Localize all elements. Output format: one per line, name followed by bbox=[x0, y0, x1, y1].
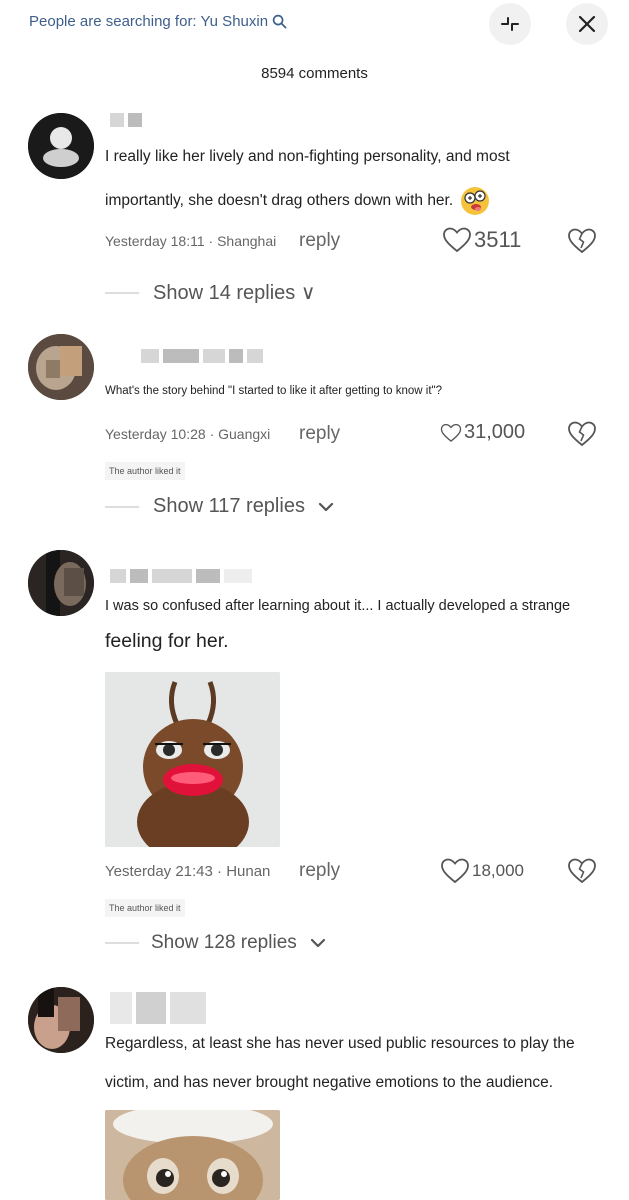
comment-meta: Yesterday 21:43 · Hunan bbox=[105, 863, 271, 880]
attached-image-cartoon-cockroach[interactable] bbox=[105, 672, 280, 847]
like-button[interactable]: 18,000 bbox=[440, 857, 524, 885]
show-replies-label: Show 14 replies ∨ bbox=[153, 282, 316, 304]
like-button[interactable]: 31,000 bbox=[440, 421, 525, 444]
like-count: 31,000 bbox=[464, 421, 526, 443]
show-replies-button[interactable]: Show 14 replies ∨ bbox=[105, 280, 316, 305]
chevron-down-icon bbox=[310, 938, 325, 948]
avatar[interactable] bbox=[28, 550, 94, 616]
show-replies-label: Show 117 replies bbox=[153, 495, 305, 517]
divider-line bbox=[105, 505, 139, 508]
avatar[interactable] bbox=[28, 987, 94, 1053]
like-button[interactable]: 3511 bbox=[442, 226, 521, 254]
heart-icon bbox=[441, 858, 469, 884]
reply-button[interactable]: reply bbox=[299, 860, 340, 882]
attached-image-cat[interactable] bbox=[105, 1110, 280, 1200]
search-suggestion-text: People are searching for: Yu Shuxin bbox=[29, 13, 269, 30]
show-replies-button[interactable]: Show 117 replies bbox=[105, 495, 335, 518]
reply-button[interactable]: reply bbox=[299, 230, 340, 252]
chevron-down-icon bbox=[318, 502, 334, 511]
comment-text: Regardless, at least she has never used … bbox=[105, 1035, 575, 1091]
search-suggestion[interactable]: People are searching for: Yu Shuxin bbox=[29, 13, 287, 30]
avatar[interactable] bbox=[28, 334, 94, 400]
divider-line bbox=[105, 291, 139, 294]
comment-meta: Yesterday 10:28 · Guangxi bbox=[105, 426, 271, 442]
avatar[interactable] bbox=[28, 113, 94, 179]
comment-text: What's the story behind "I started to li… bbox=[105, 385, 442, 397]
collapse-button[interactable] bbox=[489, 3, 531, 45]
username-blurred[interactable] bbox=[110, 992, 206, 1024]
search-icon bbox=[272, 14, 287, 29]
author-liked-badge: The author liked it bbox=[105, 899, 185, 917]
username-blurred[interactable] bbox=[110, 569, 252, 583]
heart-icon bbox=[443, 227, 471, 253]
like-count: 3511 bbox=[474, 227, 522, 252]
username-blurred[interactable] bbox=[110, 113, 142, 127]
dizzy-face-emoji-icon bbox=[461, 187, 490, 215]
collapse-icon bbox=[501, 17, 519, 31]
like-count: 18,000 bbox=[472, 861, 524, 880]
close-button[interactable] bbox=[566, 3, 608, 45]
dislike-broken-heart-icon[interactable] bbox=[567, 226, 597, 256]
dislike-broken-heart-icon[interactable] bbox=[567, 856, 597, 886]
comment-count: 8594 comments bbox=[261, 65, 368, 82]
comment-meta: Yesterday 18:11 · Shanghai bbox=[105, 233, 277, 249]
comment-text: I was so confused after learning about i… bbox=[105, 598, 571, 652]
divider-line bbox=[105, 942, 139, 944]
show-replies-label: Show 128 replies bbox=[151, 932, 297, 953]
show-replies-button[interactable]: Show 128 replies bbox=[105, 932, 327, 954]
comment-text: I really like her lively and non-fightin… bbox=[105, 148, 605, 217]
reply-button[interactable]: reply bbox=[299, 423, 340, 445]
heart-icon bbox=[440, 423, 462, 442]
author-liked-badge: The author liked it bbox=[105, 462, 185, 480]
dislike-broken-heart-icon[interactable] bbox=[567, 419, 597, 449]
close-icon bbox=[578, 15, 596, 33]
username-blurred[interactable] bbox=[141, 349, 263, 363]
top-bar: People are searching for: Yu Shuxin bbox=[0, 0, 629, 50]
